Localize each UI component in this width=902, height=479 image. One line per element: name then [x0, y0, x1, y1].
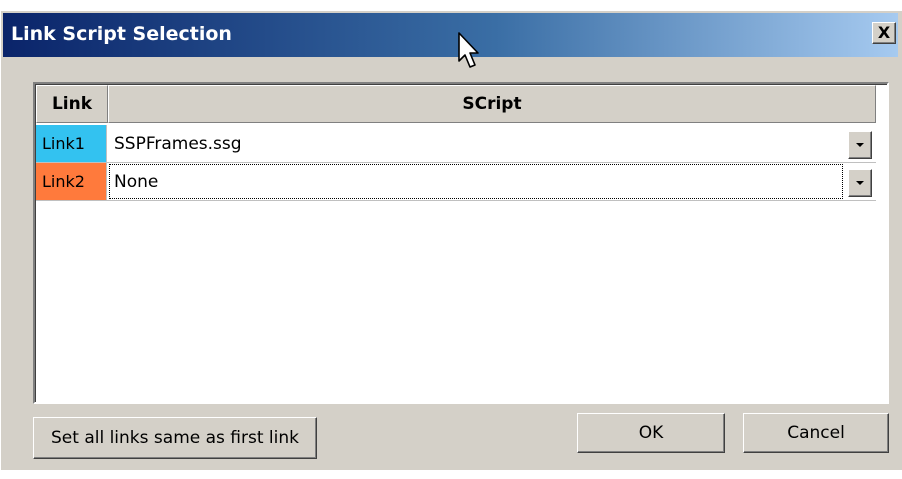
close-button[interactable]: X [872, 22, 896, 44]
link-script-selection-dialog: Link Script Selection X Link SCript Link… [0, 10, 902, 470]
link-script-grid[interactable]: Link SCript Link1 SSPFrames.ssg Link2 No… [33, 82, 889, 404]
table-row[interactable]: Link2 None [36, 163, 876, 201]
title-bar[interactable]: Link Script Selection X [3, 13, 898, 57]
column-header-link[interactable]: Link [36, 85, 108, 123]
chevron-down-icon[interactable] [848, 169, 872, 197]
table-row[interactable]: Link1 SSPFrames.ssg [36, 125, 876, 163]
cancel-button[interactable]: Cancel [743, 413, 889, 453]
script-select[interactable]: None [108, 163, 844, 200]
window-title: Link Script Selection [11, 23, 232, 45]
column-header-script[interactable]: SCript [108, 85, 876, 123]
close-icon: X [877, 23, 891, 42]
link-cell[interactable]: Link1 [36, 125, 107, 162]
script-select[interactable]: SSPFrames.ssg [108, 125, 844, 162]
chevron-down-icon[interactable] [848, 131, 872, 159]
ok-button[interactable]: OK [577, 413, 725, 453]
grid-header: Link SCript [36, 85, 876, 125]
grid-body: Link SCript Link1 SSPFrames.ssg Link2 No… [35, 84, 887, 402]
link-cell[interactable]: Link2 [36, 163, 107, 200]
mouse-pointer-icon [458, 32, 479, 68]
set-all-links-button[interactable]: Set all links same as first link [33, 417, 317, 459]
